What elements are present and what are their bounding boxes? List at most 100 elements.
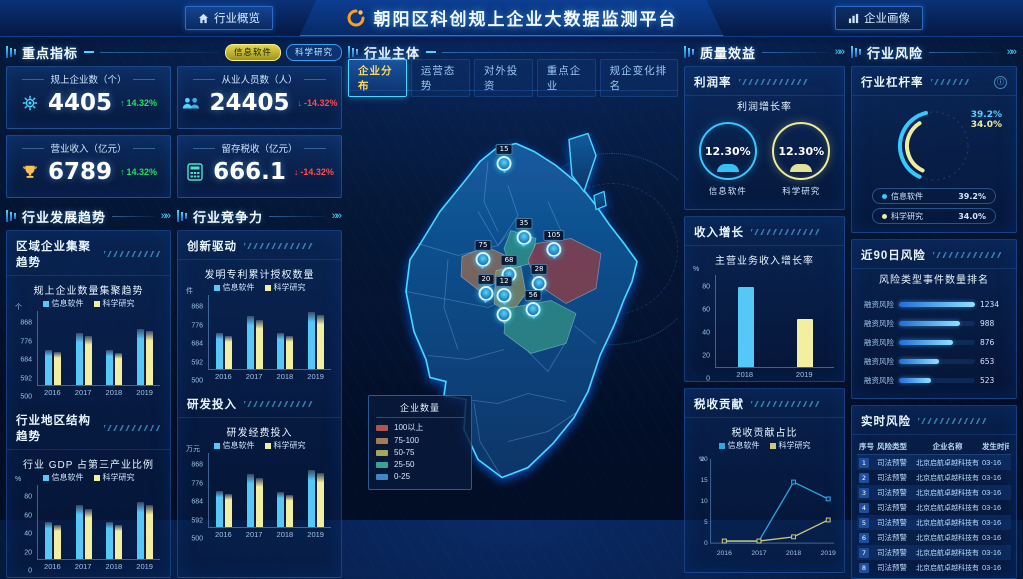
svg-text:2018: 2018 bbox=[786, 550, 801, 557]
chart-title: 主营业务收入增长率 bbox=[691, 252, 838, 267]
stat-card-label: 从业人员数（人） bbox=[178, 72, 341, 86]
risk-rank-row[interactable]: 融资风险1234 bbox=[860, 299, 1008, 310]
profit-gauge-科学研究: 12.30%科学研究 bbox=[772, 122, 830, 197]
map-legend-item: 0-25 bbox=[376, 472, 464, 481]
leverage-panel: 行业杠杆率 ⓘ 39.2% 34.0% 信息软件39.2%科学研究34.0 bbox=[851, 66, 1017, 233]
industry-filter-tags: 信息软件科学研究 bbox=[225, 44, 342, 61]
map-marker-56[interactable]: 56 bbox=[525, 290, 542, 317]
map-legend: 企业数量 100以上75-10050-7525-500-25 bbox=[368, 395, 472, 490]
tab-规企变化排名[interactable]: 规企变化排名 bbox=[600, 59, 678, 97]
map-marker-12[interactable]: 12 bbox=[496, 276, 513, 303]
bar-group-2016[interactable] bbox=[216, 295, 232, 369]
top-bar: 行业概览 朝阳区科创规上企业大数据监测平台 企业画像 bbox=[0, 0, 1023, 37]
bar-group-2016[interactable] bbox=[216, 453, 232, 527]
svg-text:15: 15 bbox=[701, 477, 709, 484]
bar-2019[interactable] bbox=[797, 275, 813, 367]
competitiveness-title: 行业竞争力 bbox=[193, 207, 263, 226]
risk-rank-row[interactable]: 融资风险988 bbox=[860, 318, 1008, 329]
marker-count-badge: 68 bbox=[501, 255, 518, 266]
up-arrow-icon: ↑ bbox=[120, 98, 125, 108]
map-marker-105[interactable]: 105 bbox=[543, 230, 564, 257]
x-axis-labels: 2016201720182019 bbox=[208, 372, 331, 381]
bar-group-2017[interactable] bbox=[76, 311, 92, 385]
table-row[interactable]: 5司法预警北京启航卓越科技有限公司03-16 bbox=[857, 515, 1011, 530]
competitiveness-header: 行业竞争力 »» bbox=[177, 206, 342, 226]
table-row[interactable]: 6司法预警北京启航卓越科技有限公司03-16 bbox=[857, 530, 1011, 545]
page-title: 朝阳区科创规上企业大数据监测平台 bbox=[374, 5, 678, 30]
map-marker-35[interactable]: 35 bbox=[515, 218, 532, 245]
bars-area bbox=[208, 295, 331, 370]
tab-运营态势[interactable]: 运营态势 bbox=[411, 59, 470, 97]
bar-group-2018[interactable] bbox=[277, 453, 293, 527]
map-marker-75[interactable]: 75 bbox=[475, 240, 492, 267]
chart-legend: 信息软件科学研究 bbox=[691, 440, 838, 451]
bar-group-2018[interactable] bbox=[106, 485, 122, 559]
chart-title: 规上企业数量集聚趋势 bbox=[13, 282, 164, 297]
marker-count-badge: 75 bbox=[475, 240, 492, 251]
filter-tag-科学研究[interactable]: 科学研究 bbox=[286, 44, 342, 61]
bar-group-2019[interactable] bbox=[308, 453, 324, 527]
gauge-value: 12.30% bbox=[778, 145, 824, 158]
map-marker-15[interactable]: 15 bbox=[496, 144, 513, 171]
bars-area bbox=[208, 453, 331, 528]
risk-ranking-bars: 融资风险1234 融资风险988 融资风险876 融资风险653 融资风险523 bbox=[852, 287, 1016, 398]
table-row[interactable]: 8司法预警北京启航卓越科技有限公司03-16 bbox=[857, 560, 1011, 575]
tab-企业分布[interactable]: 企业分布 bbox=[348, 59, 407, 97]
bar-group-2018[interactable] bbox=[277, 295, 293, 369]
bar-group-2016[interactable] bbox=[45, 311, 61, 385]
bar-group-2016[interactable] bbox=[45, 485, 61, 559]
x-axis-labels: 2016201720182019 bbox=[208, 530, 331, 539]
bar-group-2017[interactable] bbox=[247, 453, 263, 527]
bar-group-2017[interactable] bbox=[76, 485, 92, 559]
risk-rank-row[interactable]: 融资风险876 bbox=[860, 337, 1008, 348]
bar-group-2018[interactable] bbox=[106, 311, 122, 385]
realtime-risk-sub-title: 实时风险 bbox=[861, 413, 911, 429]
section-deco-icon bbox=[684, 46, 694, 58]
competitiveness-more-button[interactable]: »» bbox=[332, 210, 342, 222]
section-deco-icon bbox=[6, 210, 16, 222]
stat-card-label: 留存税收（亿元） bbox=[178, 141, 341, 155]
section-deco-icon bbox=[6, 46, 16, 58]
realtime-risk-table: 序号风险类型企业名称发生时间1司法预警北京启航卓越科技有限公司03-162司法预… bbox=[852, 435, 1016, 578]
map-marker-20[interactable]: 20 bbox=[477, 274, 494, 301]
quality-title: 质量效益 bbox=[700, 43, 756, 62]
filter-tag-信息软件[interactable]: 信息软件 bbox=[225, 44, 281, 61]
nav-enterprise-profile-label: 企业画像 bbox=[864, 10, 910, 26]
section-deco-icon bbox=[851, 46, 861, 58]
bar-group-2019[interactable] bbox=[137, 311, 153, 385]
bar-group-2017[interactable] bbox=[247, 295, 263, 369]
industry-trend-title: 行业发展趋势 bbox=[22, 207, 106, 226]
nav-industry-overview[interactable]: 行业概览 bbox=[185, 6, 273, 30]
info-icon[interactable]: ⓘ bbox=[994, 76, 1007, 89]
map-marker-28[interactable]: 28 bbox=[531, 264, 548, 291]
y-axis: 020406080 bbox=[13, 485, 35, 571]
industry-trend-more-button[interactable]: »» bbox=[161, 210, 171, 222]
tax-panel: 税收贡献 税收贡献占比信息软件科学研究%05101520201620172018… bbox=[684, 388, 845, 573]
bar-2018[interactable] bbox=[738, 275, 754, 367]
recent-risk-sub-title: 近90日风险 bbox=[861, 247, 926, 263]
section-deco-icon bbox=[348, 46, 358, 58]
industry-trend-column: 行业发展趋势 »» 区域企业集聚趋势 规上企业数量集聚趋势信息软件科学研究个50… bbox=[6, 206, 171, 578]
risk-rank-row[interactable]: 融资风险653 bbox=[860, 356, 1008, 367]
table-row[interactable]: 7司法预警北京启航卓越科技有限公司03-16 bbox=[857, 545, 1011, 560]
bar-group-2019[interactable] bbox=[137, 485, 153, 559]
map-marker[interactable] bbox=[497, 307, 512, 322]
map-legend-item: 75-100 bbox=[376, 436, 464, 445]
table-row[interactable]: 3司法预警北京启航卓越科技有限公司03-16 bbox=[857, 485, 1011, 500]
svg-text:2016: 2016 bbox=[717, 550, 732, 557]
map-pin-icon bbox=[497, 307, 512, 322]
bar-group-2019[interactable] bbox=[308, 295, 324, 369]
table-row[interactable]: 4司法预警北京启航卓越科技有限公司03-16 bbox=[857, 500, 1011, 515]
bar-chart-icon bbox=[848, 13, 859, 24]
quality-more-button[interactable]: »» bbox=[835, 46, 845, 58]
tab-对外投资[interactable]: 对外投资 bbox=[474, 59, 533, 97]
table-row[interactable]: 1司法预警北京启航卓越科技有限公司03-16 bbox=[857, 455, 1011, 470]
profit-chart-title: 利润增长率 bbox=[685, 98, 844, 113]
risk-more-button[interactable]: »» bbox=[1007, 46, 1017, 58]
table-row[interactable]: 2司法预警北京启航卓越科技有限公司03-16 bbox=[857, 470, 1011, 485]
leverage-gauge: 39.2% 34.0% bbox=[852, 96, 1016, 186]
risk-rank-row[interactable]: 融资风险523 bbox=[860, 375, 1008, 386]
chart-title: 发明专利累计授权数量 bbox=[184, 266, 335, 281]
tab-重点企业[interactable]: 重点企业 bbox=[537, 59, 596, 97]
nav-enterprise-profile[interactable]: 企业画像 bbox=[835, 6, 923, 30]
